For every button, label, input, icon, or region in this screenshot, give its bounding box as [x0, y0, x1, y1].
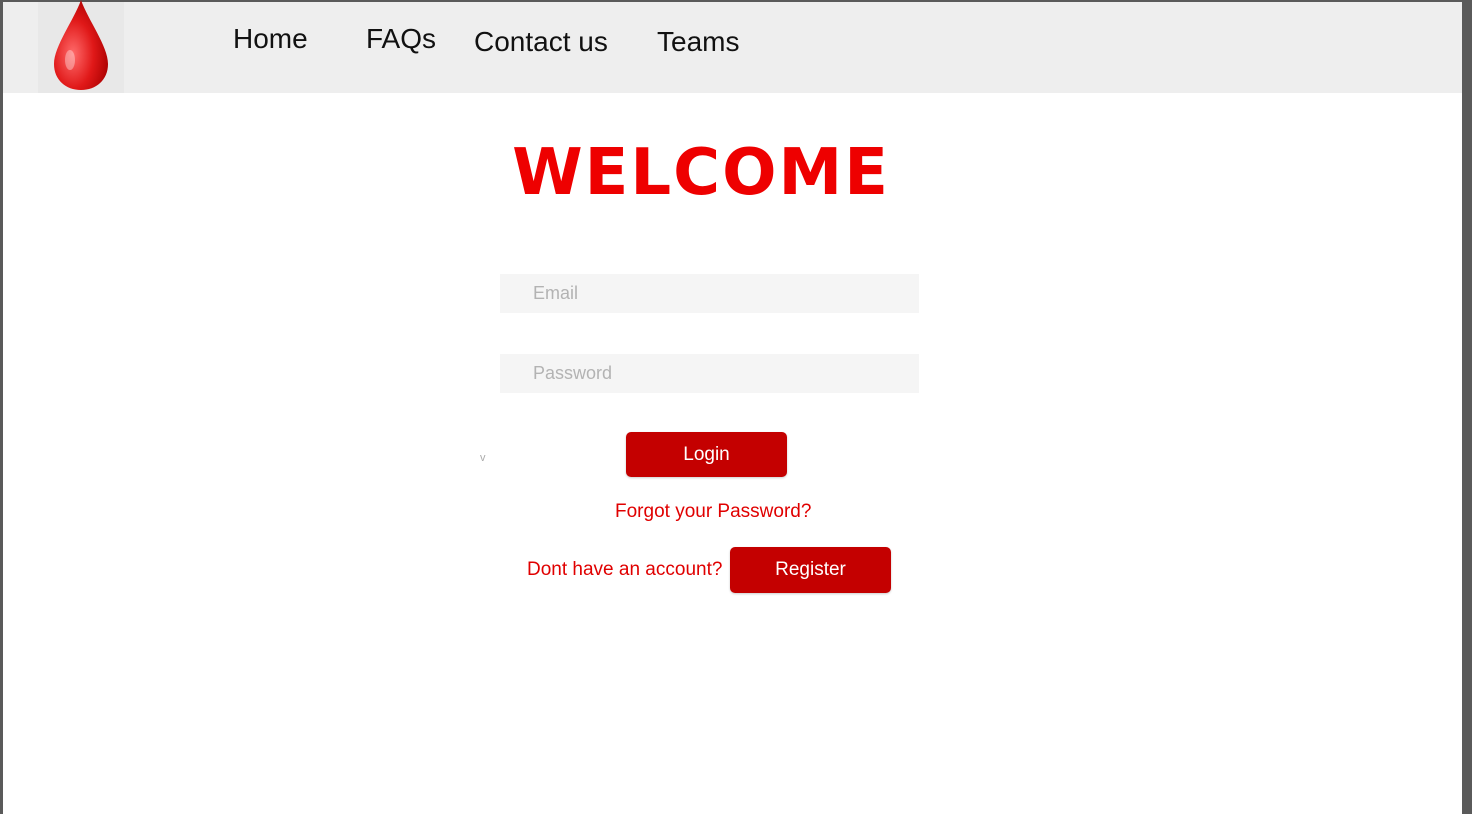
- nav-link-faqs[interactable]: FAQs: [366, 23, 436, 55]
- email-field[interactable]: [500, 274, 919, 313]
- page-title: WELCOME: [512, 136, 890, 210]
- no-account-prompt: Dont have an account?: [527, 559, 723, 580]
- register-button[interactable]: Register: [730, 547, 891, 593]
- login-button[interactable]: Login: [626, 432, 787, 477]
- nav-link-teams[interactable]: Teams: [657, 26, 739, 58]
- blood-drop-icon: [54, 0, 108, 90]
- nav-link-contact-us[interactable]: Contact us: [474, 26, 608, 58]
- stray-text-mark: v: [480, 452, 486, 464]
- forgot-password-link[interactable]: Forgot your Password?: [615, 501, 811, 523]
- window-frame-left: [0, 0, 3, 814]
- logo[interactable]: [38, 0, 124, 93]
- nav-link-home[interactable]: Home: [233, 23, 308, 55]
- navbar: Home FAQs Contact us Teams: [3, 0, 1462, 93]
- window-frame-right: [1462, 0, 1472, 814]
- password-field[interactable]: [500, 354, 919, 393]
